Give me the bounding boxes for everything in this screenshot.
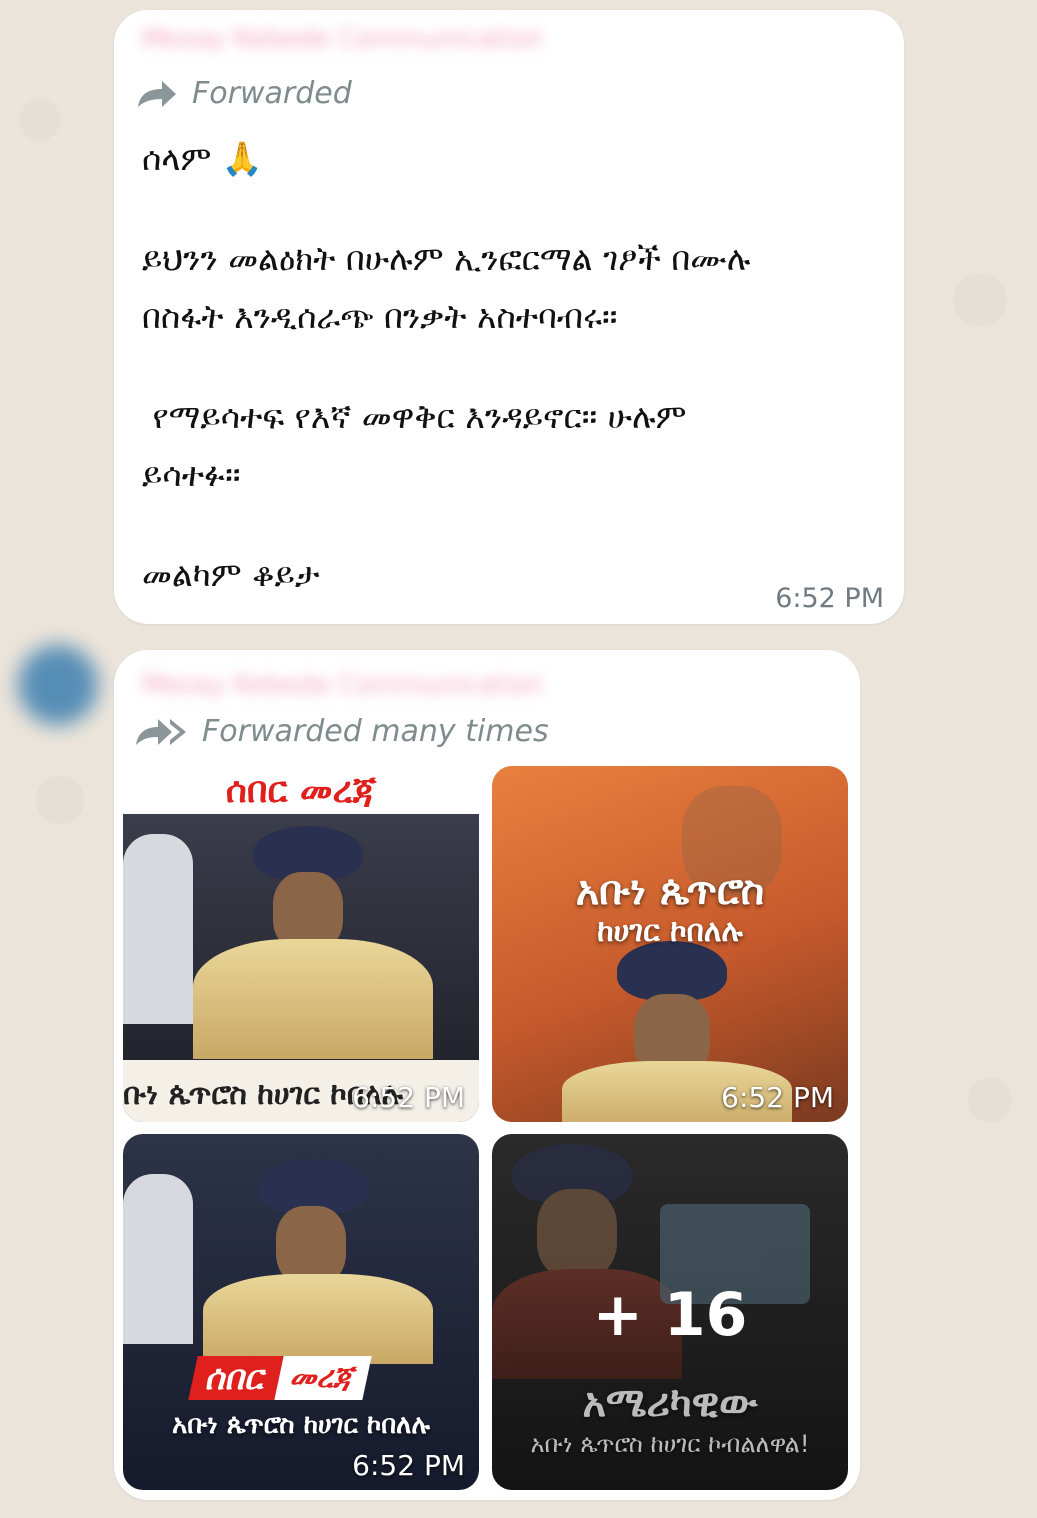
- message-bubble-2[interactable]: Mesay Kebede Communication Forwarded man…: [114, 650, 860, 1500]
- paragraph-2-line-1: የማይሳተፍ የእኛ መዋቅር እንዳይኖር። ሁሉም: [142, 397, 687, 436]
- image-caption: አቡነ ጴጥሮስ ከሀገር ኮበለሉ: [172, 1410, 430, 1440]
- image-tile-3[interactable]: ሰበር መረጃ አቡነ ጴጥሮስ ከሀገር ኮበለሉ 6:52 PM: [123, 1134, 479, 1490]
- closing-text: መልካም ቆይታ: [142, 555, 320, 594]
- paragraph-1-line-2: በስፋት እንዲሰራጭ በንቃት አስተባብሩ።: [142, 297, 618, 336]
- forwarded-indicator: Forwarded: [136, 76, 352, 111]
- message-bubble-1[interactable]: Mesay Kebede Communication Forwarded ሰላም…: [114, 10, 904, 624]
- message-time: 6:52 PM: [775, 583, 884, 614]
- image-time: 6:52 PM: [721, 1081, 834, 1114]
- photo-scene: ቡነ ጴጥሮስ ከሀገር ኮበለሉ: [123, 814, 479, 1122]
- message-text: ሰላም 🙏 ይህንን መልዕክት በሁሉም ኢንፎርማል ገፆች በሙሉ በስፋ…: [142, 130, 882, 604]
- image-title: አቡነ ጴጥሮስ: [575, 868, 765, 914]
- greeting-text: ሰላም 🙏: [142, 139, 263, 178]
- avatar[interactable]: [18, 645, 98, 725]
- paragraph-2-line-2: ይሳተፉ።: [142, 455, 241, 494]
- sender-name: Mesay Kebede Communication: [142, 670, 544, 700]
- image-tile-more[interactable]: + 16 አሜሪካዊው አቡነ ጴጥሮስ ከሀገር ኮብልለዋል!: [492, 1134, 848, 1490]
- image-tile-1[interactable]: ሰበር መረጃ ቡነ ጴጥሮስ ከሀገር ኮበለሉ 6:52 PM: [123, 766, 479, 1122]
- headline-text: ሰበር መረጃ: [225, 770, 377, 811]
- image-caption: አቡነ ጴጥሮስ ከሀገር ኮብልለዋል!: [530, 1430, 810, 1458]
- forward-arrow-icon: [138, 80, 176, 107]
- badge-right: መረጃ: [274, 1356, 372, 1400]
- more-count: + 16: [592, 1280, 748, 1350]
- image-title: አሜሪካዊው: [582, 1380, 758, 1426]
- sender-name: Mesay Kebede Communication: [142, 24, 544, 54]
- paragraph-1-line-1: ይህንን መልዕክት በሁሉም ኢንፎርማል ገፆች በሙሉ: [142, 239, 751, 278]
- image-subtitle: ከሀገር ኮበለሉ: [597, 914, 743, 949]
- double-forward-arrow-icon: [136, 718, 186, 745]
- forwarded-many-label: Forwarded many times: [202, 714, 549, 749]
- forwarded-label: Forwarded: [192, 76, 352, 111]
- badge-left: ሰበር: [188, 1356, 284, 1400]
- image-tile-2[interactable]: አቡነ ጴጥሮስ ከሀገር ኮበለሉ 6:52 PM: [492, 766, 848, 1122]
- breaking-news-badge: ሰበር መረጃ: [188, 1356, 372, 1400]
- image-time: 6:52 PM: [352, 1081, 465, 1114]
- image-time: 6:52 PM: [352, 1449, 465, 1482]
- forwarded-many-indicator: Forwarded many times: [134, 714, 549, 749]
